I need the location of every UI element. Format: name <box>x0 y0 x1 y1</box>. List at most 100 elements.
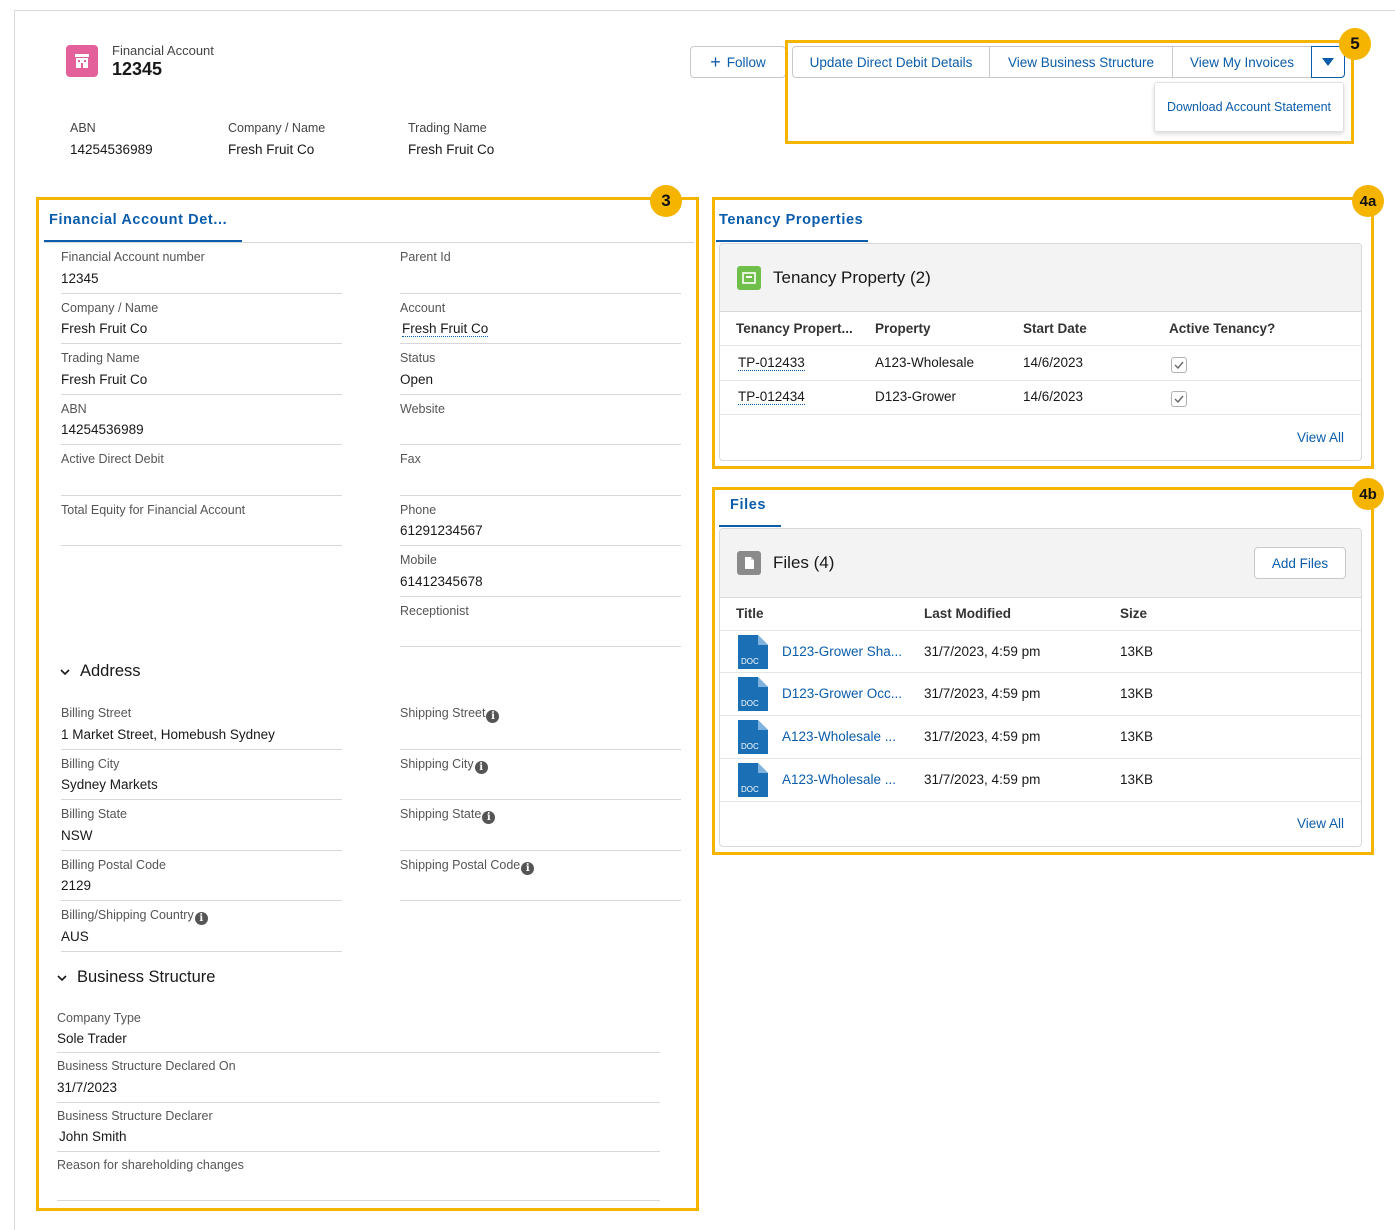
files-icon <box>737 551 761 575</box>
field-label: Phone <box>400 503 437 517</box>
field-divider <box>400 394 681 395</box>
plus-icon: + <box>710 52 721 72</box>
svg-text:DOC: DOC <box>741 785 759 794</box>
field-label: Company Type <box>57 1011 141 1025</box>
column-header[interactable]: Last Modified <box>924 606 1011 621</box>
svg-text:DOC: DOC <box>741 657 759 666</box>
row-divider <box>720 630 1361 631</box>
tab-divider <box>44 242 694 243</box>
field-label: Active Direct Debit <box>61 452 164 466</box>
field-value: Fresh Fruit Co <box>61 321 148 336</box>
field-label: Trading Name <box>61 351 140 365</box>
field-value: Sole Trader <box>57 1031 127 1046</box>
file-title-link[interactable]: A123-Wholesale ... <box>782 772 896 787</box>
tab-financial-account-details[interactable]: Financial Account Det... <box>49 212 227 228</box>
view-all-files-link[interactable]: View All <box>1297 816 1344 831</box>
record-title: 12345 <box>112 59 163 79</box>
follow-button[interactable]: + Follow <box>690 46 786 78</box>
table-cell: A123-Wholesale <box>875 355 975 370</box>
field-value: 2129 <box>61 878 92 893</box>
account-link[interactable]: Fresh Fruit Co <box>402 321 489 337</box>
field-value: Open <box>400 372 434 387</box>
info-icon[interactable]: i <box>486 710 500 723</box>
financial-account-icon <box>66 45 98 77</box>
field-label: Shipping City i <box>400 757 488 774</box>
field-label: Business Structure Declarer <box>57 1109 213 1123</box>
field-value: 61291234567 <box>400 523 483 538</box>
declarer-link[interactable]: John Smith <box>59 1129 127 1144</box>
field-label: Parent Id <box>400 250 451 264</box>
field-divider <box>57 1102 660 1103</box>
view-all-tenancy-link[interactable]: View All <box>1297 430 1344 445</box>
field-label: Website <box>400 402 445 416</box>
info-icon[interactable]: i <box>194 912 208 925</box>
section-toggle-address[interactable]: Address <box>60 662 141 681</box>
header-field-label: ABN <box>70 121 96 135</box>
field-label: Shipping State i <box>400 807 496 824</box>
tenancy-id-link[interactable]: TP-012433 <box>738 355 805 371</box>
chevron-down-icon <box>60 668 70 675</box>
field-label: Financial Account number <box>61 250 205 264</box>
svg-text:DOC: DOC <box>741 699 759 708</box>
column-header[interactable]: Start Date <box>1023 321 1087 336</box>
field-divider <box>400 596 681 597</box>
field-label: Business Structure Declared On <box>57 1059 236 1073</box>
column-header[interactable]: Active Tenancy? <box>1169 321 1275 336</box>
callout-badge-5: 5 <box>1339 28 1371 60</box>
table-cell: D123-Grower <box>875 389 957 404</box>
field-divider <box>400 343 681 344</box>
field-divider <box>61 343 342 344</box>
svg-text:DOC: DOC <box>741 742 759 751</box>
header-field-value: Fresh Fruit Co <box>228 142 315 157</box>
column-header[interactable]: Title <box>736 606 764 621</box>
tab-files[interactable]: Files <box>730 497 766 513</box>
header-field-value: Fresh Fruit Co <box>408 142 495 157</box>
section-toggle-business-structure[interactable]: Business Structure <box>57 968 215 987</box>
field-label: Status <box>400 351 436 365</box>
header-field-value: 14254536989 <box>70 142 153 157</box>
row-divider <box>720 801 1361 802</box>
table-cell: 13KB <box>1120 686 1154 701</box>
callout-box-actions <box>785 40 1354 144</box>
column-header[interactable]: Tenancy Propert... <box>736 321 853 336</box>
chevron-down-icon <box>57 974 67 981</box>
table-cell: 13KB <box>1120 772 1154 787</box>
doc-file-icon: DOC <box>738 763 768 797</box>
table-cell: 31/7/2023, 4:59 pm <box>924 729 1041 744</box>
field-divider <box>61 545 342 546</box>
row-divider <box>720 672 1361 673</box>
tab-tenancy-properties[interactable]: Tenancy Properties <box>719 212 863 228</box>
table-cell: 14/6/2023 <box>1023 389 1084 404</box>
field-label: Company / Name <box>61 301 159 315</box>
row-divider <box>720 758 1361 759</box>
field-label: Billing Postal Code <box>61 858 166 872</box>
field-value: AUS <box>61 929 89 944</box>
table-cell: 13KB <box>1120 644 1154 659</box>
field-label: Billing City <box>61 757 120 771</box>
field-divider <box>61 394 342 395</box>
check-icon <box>1174 395 1184 403</box>
callout-badge-4b: 4b <box>1352 478 1384 510</box>
info-icon[interactable]: i <box>474 761 488 774</box>
active-tenancy-checkbox <box>1171 391 1187 407</box>
doc-file-icon: DOC <box>738 677 768 711</box>
info-icon[interactable]: i <box>521 862 535 875</box>
column-header[interactable]: Size <box>1120 606 1147 621</box>
field-value: 61412345678 <box>400 574 483 589</box>
column-header[interactable]: Property <box>875 321 931 336</box>
file-title-link[interactable]: D123-Grower Occ... <box>782 686 902 701</box>
field-divider <box>57 1151 660 1152</box>
field-label: Total Equity for Financial Account <box>61 503 246 517</box>
add-files-button[interactable]: Add Files <box>1254 547 1346 579</box>
field-value: Sydney Markets <box>61 777 158 792</box>
field-value: 31/7/2023 <box>57 1080 118 1095</box>
file-title-link[interactable]: D123-Grower Sha... <box>782 644 902 659</box>
file-title-link[interactable]: A123-Wholesale ... <box>782 729 896 744</box>
field-label: Billing/Shipping Country i <box>61 908 208 925</box>
header-field-label: Company / Name <box>228 121 326 135</box>
field-divider <box>400 850 681 851</box>
tenancy-id-link[interactable]: TP-012434 <box>738 389 805 405</box>
info-icon[interactable]: i <box>482 811 496 824</box>
object-label: Financial Account <box>112 43 214 58</box>
field-label: Reason for shareholding changes <box>57 1158 244 1172</box>
